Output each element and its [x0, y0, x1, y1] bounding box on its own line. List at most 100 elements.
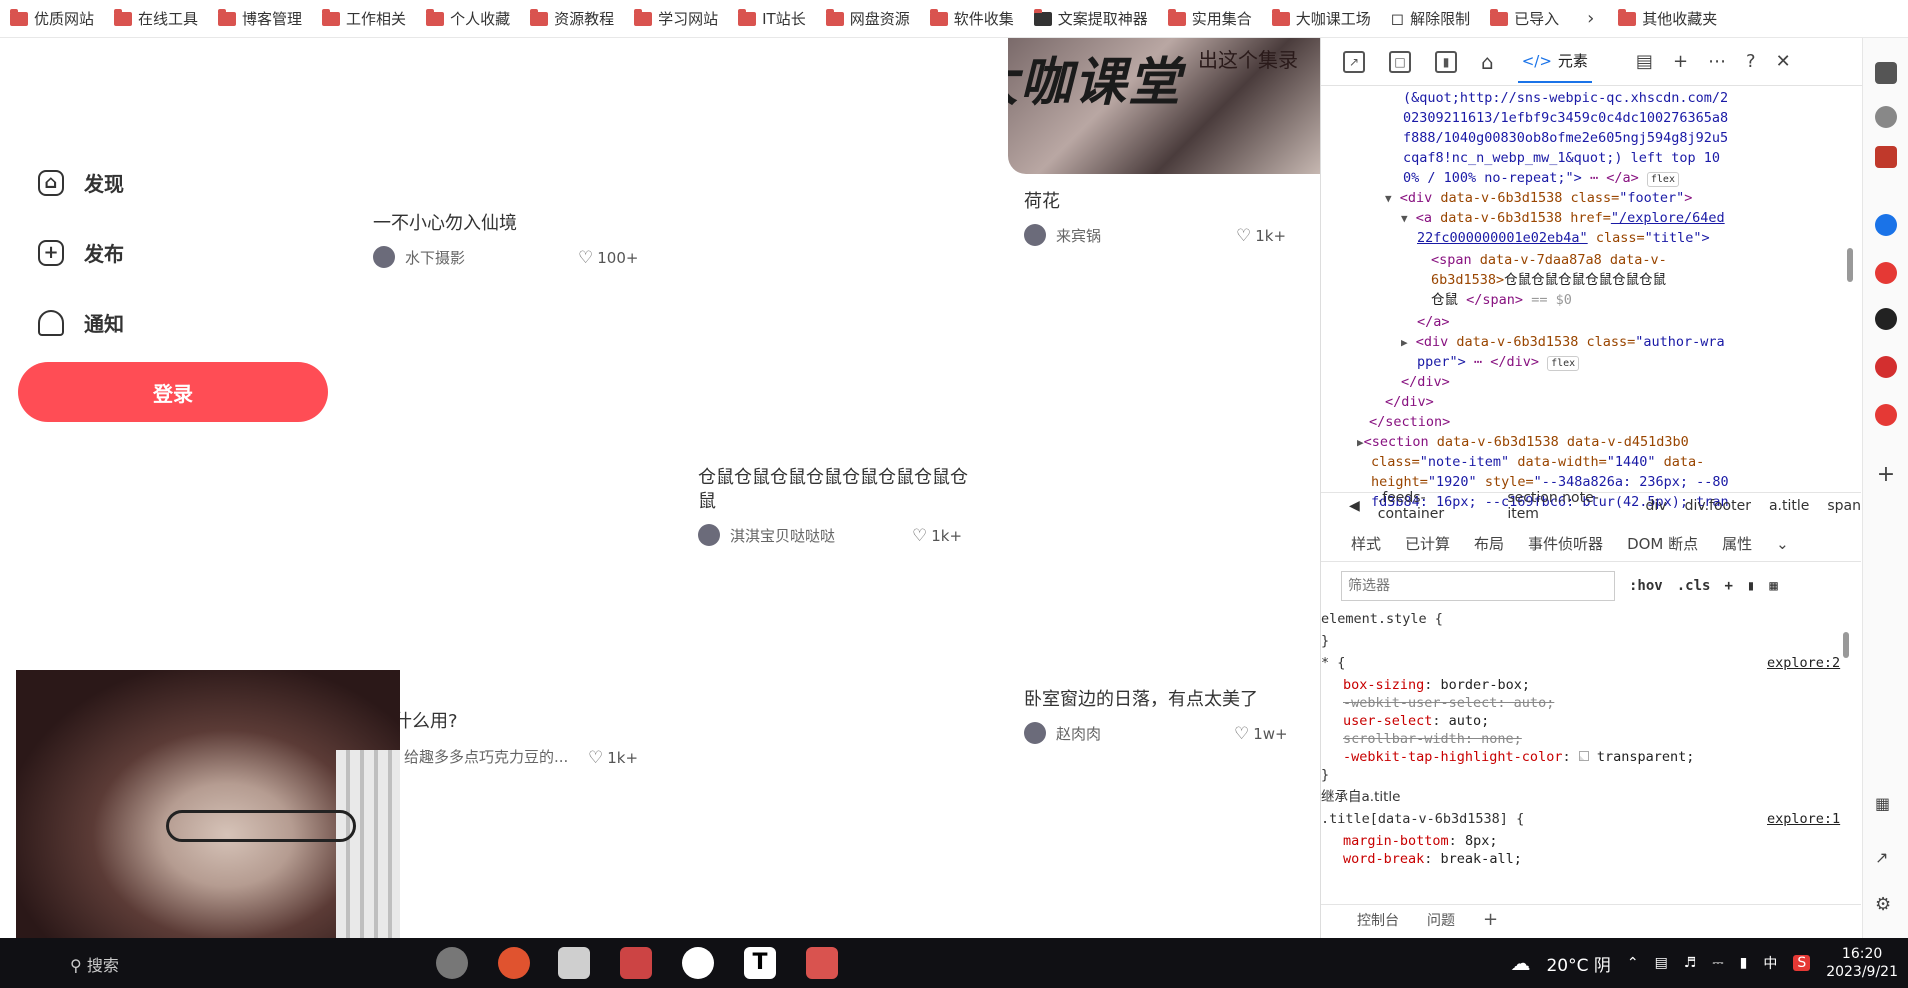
- add-icon[interactable]: +: [1875, 462, 1897, 487]
- bookmark-item[interactable]: 网盘资源: [816, 0, 920, 38]
- note-cover-image[interactable]: 大咖课堂 出这个集录: [1008, 38, 1320, 174]
- bookmark-item[interactable]: IT站长: [728, 0, 816, 38]
- bookmark-item[interactable]: ◻ 解除限制: [1381, 0, 1480, 38]
- dock-icon[interactable]: ▮: [1435, 50, 1457, 73]
- chevron-down-icon[interactable]: ⌄: [1776, 535, 1789, 553]
- volume-icon[interactable]: ♬: [1684, 955, 1697, 971]
- note-title[interactable]: 一不小心勿入仙境: [373, 212, 517, 236]
- taskbar-search[interactable]: ⚲ 搜索: [70, 952, 119, 976]
- note-title[interactable]: 荷花: [1024, 190, 1060, 214]
- note-title[interactable]: 什么用?: [394, 710, 458, 734]
- tab-properties[interactable]: 属性: [1722, 533, 1752, 554]
- dom-line[interactable]: </div>: [1385, 392, 1434, 413]
- folder-app-icon[interactable]: [806, 947, 838, 979]
- chrome-icon[interactable]: [498, 947, 530, 979]
- dom-line[interactable]: class="note-item" data-width="1440" data…: [1371, 452, 1704, 473]
- bookmark-item[interactable]: 文案提取神器: [1024, 0, 1158, 38]
- tab-dom-breakpoints[interactable]: DOM 断点: [1627, 533, 1698, 554]
- note-title[interactable]: 仓鼠仓鼠仓鼠仓鼠仓鼠仓鼠仓鼠仓鼠: [698, 466, 968, 514]
- sidebar-toggle-icon[interactable]: ▦: [1769, 578, 1777, 594]
- dom-line[interactable]: (&quot;http://sns-webpic-qc.xhscdn.com/2: [1403, 88, 1728, 109]
- sidebar-item-discover[interactable]: ⌂ 发现: [38, 168, 124, 197]
- bookmark-item[interactable]: 在线工具: [104, 0, 208, 38]
- expand-triangle-icon[interactable]: ▼: [1385, 192, 1392, 205]
- dom-line[interactable]: <span data-v-7daa87a8 data-v-: [1431, 250, 1667, 271]
- search-icon[interactable]: [1875, 62, 1897, 84]
- note-title[interactable]: 卧室窗边的日落，有点太美了: [1024, 688, 1258, 712]
- close-icon[interactable]: ✕: [1776, 51, 1791, 72]
- expand-triangle-icon[interactable]: ▶: [1357, 436, 1364, 449]
- style-selector[interactable]: element.style {: [1321, 610, 1443, 628]
- battery-icon[interactable]: ▮: [1740, 955, 1748, 971]
- expand-triangle-icon[interactable]: ▼: [1401, 212, 1408, 225]
- dom-line[interactable]: 02309211613/1efbf9c3459c0c4dc100276365a8: [1403, 108, 1728, 129]
- add-rule-icon[interactable]: +: [1724, 578, 1732, 594]
- games-icon[interactable]: [1875, 356, 1897, 378]
- weather[interactable]: 20°C 阴: [1546, 951, 1610, 976]
- inherited-element[interactable]: a.title: [1362, 789, 1401, 805]
- dom-line[interactable]: 仓鼠 </span> == $0: [1431, 290, 1572, 311]
- dom-line[interactable]: </a>: [1417, 312, 1450, 333]
- style-declaration-overridden[interactable]: -webkit-user-select: auto;: [1343, 694, 1554, 712]
- breadcrumb-item[interactable]: section.note-item: [1507, 490, 1627, 522]
- bookmark-item[interactable]: 博客管理: [208, 0, 312, 38]
- note-author[interactable]: 水下摄影: [373, 246, 465, 268]
- device-toggle-icon[interactable]: □: [1389, 50, 1411, 73]
- typora-icon[interactable]: T: [744, 947, 776, 979]
- style-declaration[interactable]: box-sizing: border-box;: [1343, 676, 1530, 694]
- flex-badge[interactable]: flex: [1646, 172, 1679, 187]
- network-icon[interactable]: ▤: [1655, 955, 1668, 971]
- login-button[interactable]: 登录: [18, 362, 328, 422]
- style-source-link[interactable]: explore:1: [1767, 810, 1840, 828]
- style-declaration[interactable]: word-break: break-all;: [1343, 850, 1522, 868]
- style-declaration[interactable]: user-select: auto;: [1343, 712, 1489, 730]
- dom-line[interactable]: ▼ <div data-v-6b3d1538 class="footer">: [1385, 188, 1692, 210]
- filter-input[interactable]: [1341, 571, 1615, 601]
- external-link-icon[interactable]: ↗: [1875, 848, 1897, 870]
- dom-line[interactable]: </section>: [1369, 412, 1450, 433]
- bookmark-item[interactable]: 优质网站: [0, 0, 104, 38]
- sidebar-item-notify[interactable]: 通知: [38, 308, 124, 337]
- dom-line[interactable]: 22fc000000001e02eb4a" class="title">: [1417, 228, 1710, 249]
- dom-link[interactable]: 22fc000000001e02eb4a": [1417, 230, 1588, 246]
- breadcrumb-item[interactable]: .feeds-container: [1378, 490, 1490, 522]
- bookmark-item[interactable]: 资源教程: [520, 0, 624, 38]
- like-button[interactable]: ♡ 1k+: [912, 526, 962, 546]
- sogou-icon[interactable]: S: [1793, 955, 1811, 971]
- style-source-link[interactable]: explore:2: [1767, 654, 1840, 672]
- dom-line[interactable]: </div>: [1401, 372, 1450, 393]
- more-icon[interactable]: ⋯: [1708, 51, 1726, 72]
- breadcrumb-item[interactable]: div: [1646, 498, 1667, 514]
- dom-line[interactable]: cqaf8!nc_n_webp_mw_1&quot;) left top 10: [1403, 148, 1720, 169]
- styles-scrollbar[interactable]: [1843, 632, 1849, 658]
- dom-line[interactable]: f888/1040g00830ob8ofme2e605ngj594g8j92u5: [1403, 128, 1728, 149]
- chevron-up-icon[interactable]: ⌃: [1627, 955, 1639, 971]
- cd-app-icon[interactable]: [436, 947, 468, 979]
- tab-styles[interactable]: 样式: [1351, 533, 1381, 554]
- color-swatch[interactable]: [1578, 751, 1589, 761]
- breadcrumb-item[interactable]: div.footer: [1685, 498, 1751, 514]
- tab-event-listeners[interactable]: 事件侦听器: [1528, 533, 1603, 554]
- flex-badge[interactable]: flex: [1547, 356, 1580, 371]
- office-icon[interactable]: [1875, 308, 1897, 330]
- like-button[interactable]: ♡ 1k+: [588, 748, 638, 768]
- inspect-icon[interactable]: ↗: [1343, 50, 1365, 73]
- gear-icon[interactable]: ⚙: [1875, 894, 1897, 916]
- add-tab-icon[interactable]: +: [1673, 51, 1688, 72]
- note-author[interactable]: 给趣多多点巧克力豆的...: [404, 746, 568, 767]
- collections-icon[interactable]: [1875, 106, 1897, 128]
- dom-scrollbar[interactable]: [1847, 248, 1853, 282]
- flower-app-icon[interactable]: [682, 947, 714, 979]
- tab-computed[interactable]: 已计算: [1405, 533, 1450, 554]
- clock[interactable]: 16:20 2023/9/21: [1826, 945, 1898, 981]
- style-declaration[interactable]: margin-bottom: 8px;: [1343, 832, 1497, 850]
- bookmark-item[interactable]: 工作相关: [312, 0, 416, 38]
- dom-line[interactable]: 6b3d1538>仓鼠仓鼠仓鼠仓鼠仓鼠仓鼠: [1431, 270, 1666, 291]
- bookmark-item[interactable]: 大咖课工场: [1262, 0, 1381, 38]
- breadcrumb-item[interactable]: a.title: [1769, 498, 1809, 514]
- bing-icon[interactable]: [1875, 214, 1897, 236]
- bookmark-item[interactable]: 已导入: [1480, 0, 1569, 38]
- hov-button[interactable]: :hov: [1629, 578, 1663, 594]
- style-declaration-overridden[interactable]: scrollbar-width: none;: [1343, 730, 1522, 748]
- home-icon[interactable]: ⌂: [1481, 50, 1494, 74]
